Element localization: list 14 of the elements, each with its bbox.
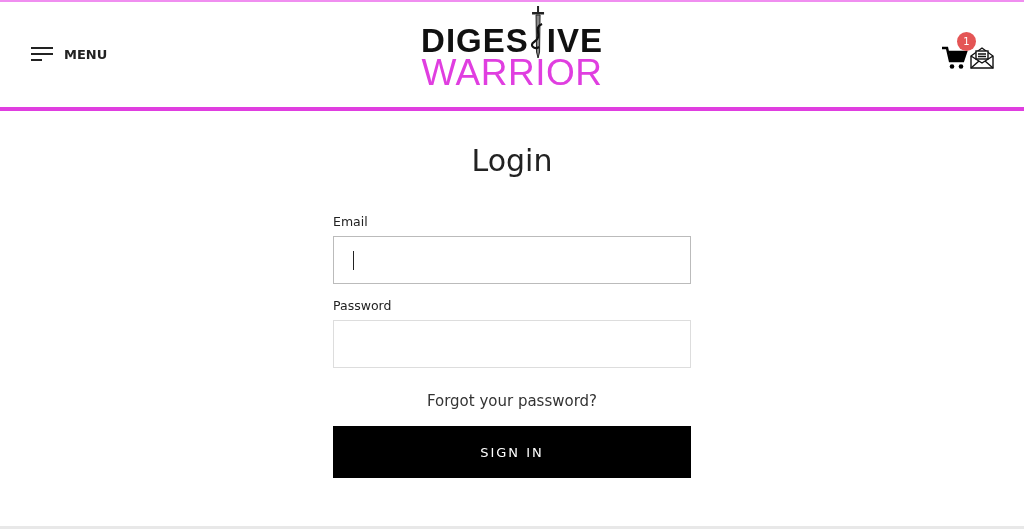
sign-in-button[interactable]: SIGN IN	[333, 426, 691, 478]
cart-icon	[942, 45, 968, 70]
cart-button[interactable]	[942, 45, 968, 70]
menu-button[interactable]: MENU	[31, 47, 108, 62]
cart-count-badge: 1	[957, 31, 976, 51]
menu-icon	[31, 47, 53, 62]
sword-icon	[529, 6, 546, 60]
field-label: Email	[333, 214, 369, 229]
forgot-password-link[interactable]: Forgot your password?	[426, 392, 598, 410]
page-title: Login	[471, 143, 553, 178]
input-field[interactable]	[333, 320, 691, 368]
envelope-icon[interactable]	[970, 46, 994, 69]
field-label: Password	[333, 298, 393, 313]
input-field[interactable]	[333, 236, 691, 284]
